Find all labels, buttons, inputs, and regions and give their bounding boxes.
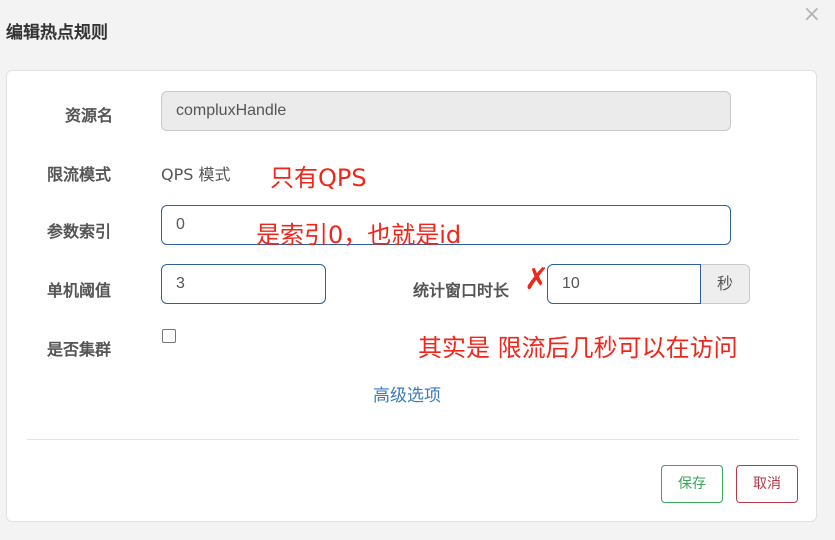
save-button[interactable]: 保存	[661, 465, 723, 503]
window-duration-input[interactable]: 10	[547, 264, 701, 304]
annotation-cross-mark: ✗	[524, 262, 550, 297]
limit-mode-value: QPS 模式	[161, 165, 231, 184]
form-divider	[27, 439, 799, 440]
resource-name-label: 资源名	[65, 106, 114, 125]
threshold-input[interactable]: 3	[161, 264, 326, 304]
rule-form-panel: 资源名 compluxHandle 限流模式 QPS 模式 参数索引 0 单机阈…	[6, 70, 817, 522]
annotation-index-note: 是索引0，也就是id	[256, 221, 462, 249]
resource-name-input[interactable]: compluxHandle	[161, 91, 731, 131]
window-duration-label: 统计窗口时长	[413, 281, 510, 300]
param-index-label: 参数索引	[47, 222, 112, 241]
dialog-title: 编辑热点规则	[6, 23, 108, 43]
annotation-window-note: 其实是 限流后几秒可以在访问	[418, 334, 738, 362]
annotation-qps-note: 只有QPS	[270, 164, 367, 192]
limit-mode-label: 限流模式	[47, 165, 112, 184]
advanced-options-link[interactable]: 高级选项	[373, 381, 441, 406]
threshold-label: 单机阈值	[47, 281, 112, 300]
cancel-button[interactable]: 取消	[736, 465, 798, 503]
cluster-checkbox[interactable]	[162, 329, 176, 343]
close-icon[interactable]: ×	[803, 4, 821, 26]
cluster-label: 是否集群	[47, 340, 112, 359]
window-unit-addon: 秒	[701, 264, 750, 304]
